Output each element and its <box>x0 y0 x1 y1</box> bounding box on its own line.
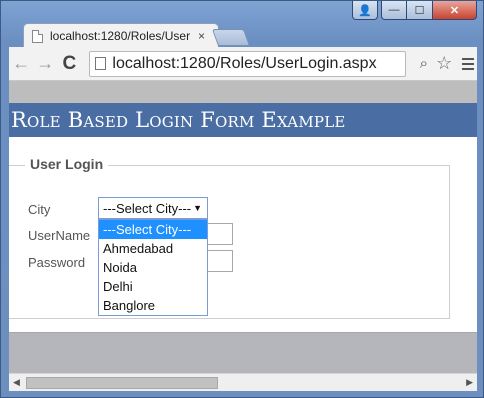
user-profile-button[interactable]: 👤 <box>352 1 378 20</box>
tab-active[interactable]: localhost:1280/Roles/User × <box>23 23 219 48</box>
username-label: UserName <box>28 228 91 243</box>
close-tab-icon[interactable]: × <box>198 29 205 43</box>
city-label: City <box>28 202 51 217</box>
login-form-area: User Login City UserName Password ---Sel… <box>9 137 477 333</box>
city-option[interactable]: Ahmedabad <box>99 239 207 258</box>
password-input[interactable] <box>205 250 233 272</box>
tab-title: localhost:1280/Roles/User <box>50 29 190 43</box>
menu-icon[interactable] <box>458 52 477 76</box>
city-select[interactable]: ---Select City--- ▼ <box>98 197 208 219</box>
city-option[interactable]: Noida <box>99 258 207 277</box>
reload-icon[interactable]: C <box>57 52 81 76</box>
tab-bar: localhost:1280/Roles/User × <box>15 19 475 48</box>
address-bar[interactable]: localhost:1280/Roles/UserLogin.aspx <box>89 50 406 77</box>
bookmark-star-icon[interactable]: ☆ <box>434 52 454 76</box>
city-select-value: ---Select City--- <box>103 200 192 216</box>
url-text[interactable]: localhost:1280/Roles/UserLogin.aspx <box>112 55 376 73</box>
zoom-icon[interactable]: ⌕ <box>414 52 434 76</box>
city-option[interactable]: ---Select City--- <box>99 220 207 239</box>
username-input[interactable] <box>205 223 233 245</box>
browser-toolbar: ← → C localhost:1280/Roles/UserLogin.asp… <box>9 47 477 81</box>
city-option[interactable]: Delhi <box>99 277 207 296</box>
new-tab-button[interactable] <box>211 29 251 46</box>
browser-window: 👤 — ☐ ✕ localhost:1280/Roles/User × ← → … <box>0 0 484 398</box>
city-dropdown-list: ---Select City--- Ahmedabad Noida Delhi … <box>98 219 208 316</box>
password-label: Password <box>28 255 86 270</box>
page-title: Role Based Login Form Example <box>11 108 346 132</box>
horizontal-scrollbar[interactable]: ◀ ▶ <box>9 373 477 391</box>
scroll-right-icon[interactable]: ▶ <box>466 377 473 388</box>
minimize-button[interactable]: — <box>381 1 407 20</box>
page-viewport: Role Based Login Form Example User Login… <box>9 81 477 373</box>
forward-icon[interactable]: → <box>33 52 57 76</box>
page-bottom-area <box>9 333 477 373</box>
page-banner: Role Based Login Form Example <box>9 103 477 137</box>
back-icon[interactable]: ← <box>9 52 33 76</box>
window-controls: 👤 — ☐ ✕ <box>352 1 477 21</box>
dropdown-arrow-icon: ▼ <box>193 203 202 213</box>
page-top-strip <box>9 81 477 103</box>
scroll-left-icon[interactable]: ◀ <box>13 377 20 388</box>
document-icon <box>32 29 43 43</box>
page-icon <box>95 57 107 70</box>
city-option[interactable]: Banglore <box>99 296 207 315</box>
fieldset-legend: User Login <box>25 156 109 172</box>
scrollbar-thumb[interactable] <box>26 377 218 389</box>
close-button[interactable]: ✕ <box>433 1 477 20</box>
maximize-button[interactable]: ☐ <box>407 1 433 20</box>
